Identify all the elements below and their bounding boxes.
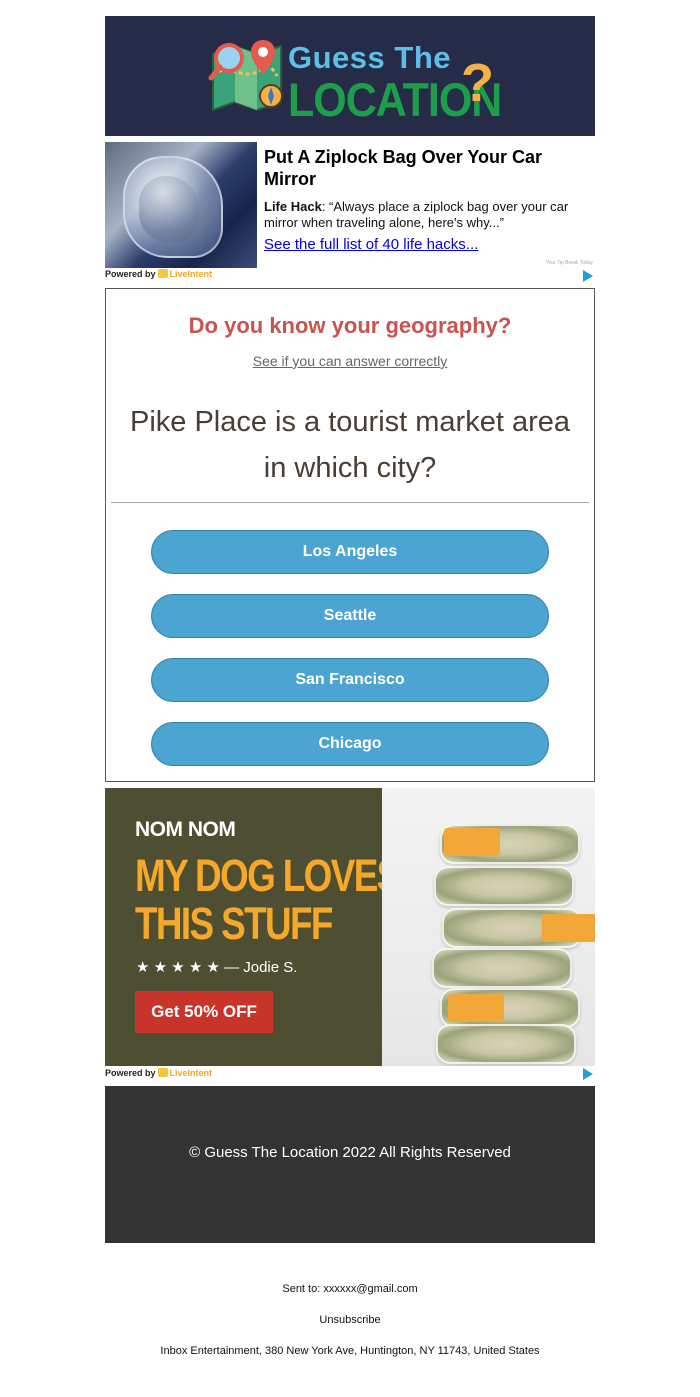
powered-by-liveintent[interactable]: Powered by LiveIntent: [105, 1068, 212, 1078]
ad-body-label: Life Hack: [264, 199, 322, 214]
ad-review: ★ ★ ★ ★ ★ — Jodie S.: [136, 959, 298, 976]
powered-by-label: Powered by: [105, 269, 156, 279]
sponsored-ad-nom-nom[interactable]: NOM NOM MY DOG LOVES THIS STUFF ★ ★ ★ ★ …: [105, 788, 595, 1080]
copyright-text: © Guess The Location 2022 All Rights Res…: [189, 1144, 511, 1161]
answer-button-seattle[interactable]: Seattle: [151, 594, 549, 638]
quiz-heading: Do you know your geography?: [188, 313, 512, 338]
food-pack-label: [448, 994, 504, 1022]
ad-body: Life Hack: “Always place a ziplock bag o…: [264, 199, 584, 231]
food-pack-label: [542, 914, 595, 942]
food-pack: [434, 866, 574, 906]
divider: [111, 502, 589, 503]
map-pin-logo-icon: [208, 40, 283, 112]
ad-brand: NOM NOM: [135, 818, 236, 841]
ad-title[interactable]: Put A Ziplock Bag Over Your Car Mirror: [264, 146, 584, 190]
quiz-card: Do you know your geography? See if you c…: [105, 288, 595, 782]
question-mark-icon: ?: [461, 53, 494, 113]
ad-headline: MY DOG LOVES THIS STUFF: [135, 850, 401, 949]
ad-text-panel[interactable]: NOM NOM MY DOG LOVES THIS STUFF ★ ★ ★ ★ …: [105, 788, 401, 1066]
footer: © Guess The Location 2022 All Rights Res…: [105, 1086, 595, 1243]
food-pack: [436, 1024, 576, 1064]
answer-button-san-francisco[interactable]: San Francisco: [151, 658, 549, 702]
adchoices-icon[interactable]: [583, 270, 593, 282]
get-discount-button[interactable]: Get 50% OFF: [135, 991, 273, 1033]
logo-text-guess-the: Guess The: [288, 40, 451, 75]
liveintent-logo-icon: [157, 269, 168, 278]
ad-headline-line-1: MY DOG LOVES: [135, 850, 401, 901]
ad-image-food-packs[interactable]: [382, 788, 595, 1066]
sender-address: Inbox Entertainment, 380 New York Ave, H…: [160, 1345, 540, 1357]
quiz-question: Pike Place is a tourist market area in w…: [129, 406, 570, 484]
unsubscribe-link[interactable]: Unsubscribe: [0, 1314, 700, 1326]
liveintent-brand: LiveIntent: [169, 269, 213, 279]
quiz-subheading-link[interactable]: See if you can answer correctly: [106, 353, 594, 369]
header-banner: Guess The LOCATION ?: [105, 16, 595, 136]
liveintent-logo-icon: [157, 1068, 168, 1077]
powered-by-liveintent[interactable]: Powered by LiveIntent: [105, 269, 212, 279]
answer-button-chicago[interactable]: Chicago: [151, 722, 549, 766]
site-logo[interactable]: Guess The LOCATION ?: [205, 28, 505, 127]
food-pack-label: [444, 828, 500, 856]
ziplock-bag-shape: [123, 156, 223, 258]
adchoices-icon[interactable]: [583, 1068, 593, 1080]
ad-link-life-hacks[interactable]: See the full list of 40 life hacks...: [264, 236, 478, 253]
ad-credit: Your Tip Break Today: [545, 260, 593, 266]
food-pack: [432, 948, 572, 988]
sent-to-text: Sent to: xxxxxx@gmail.com: [282, 1283, 418, 1295]
answer-button-los-angeles[interactable]: Los Angeles: [151, 530, 549, 574]
ad-headline-line-2: THIS STUFF: [135, 898, 333, 949]
powered-by-label: Powered by: [105, 1068, 156, 1078]
sponsored-ad-life-hack[interactable]: Put A Ziplock Bag Over Your Car Mirror L…: [105, 142, 595, 284]
ad-image-car-mirror[interactable]: [105, 142, 257, 268]
liveintent-brand: LiveIntent: [169, 1068, 213, 1078]
